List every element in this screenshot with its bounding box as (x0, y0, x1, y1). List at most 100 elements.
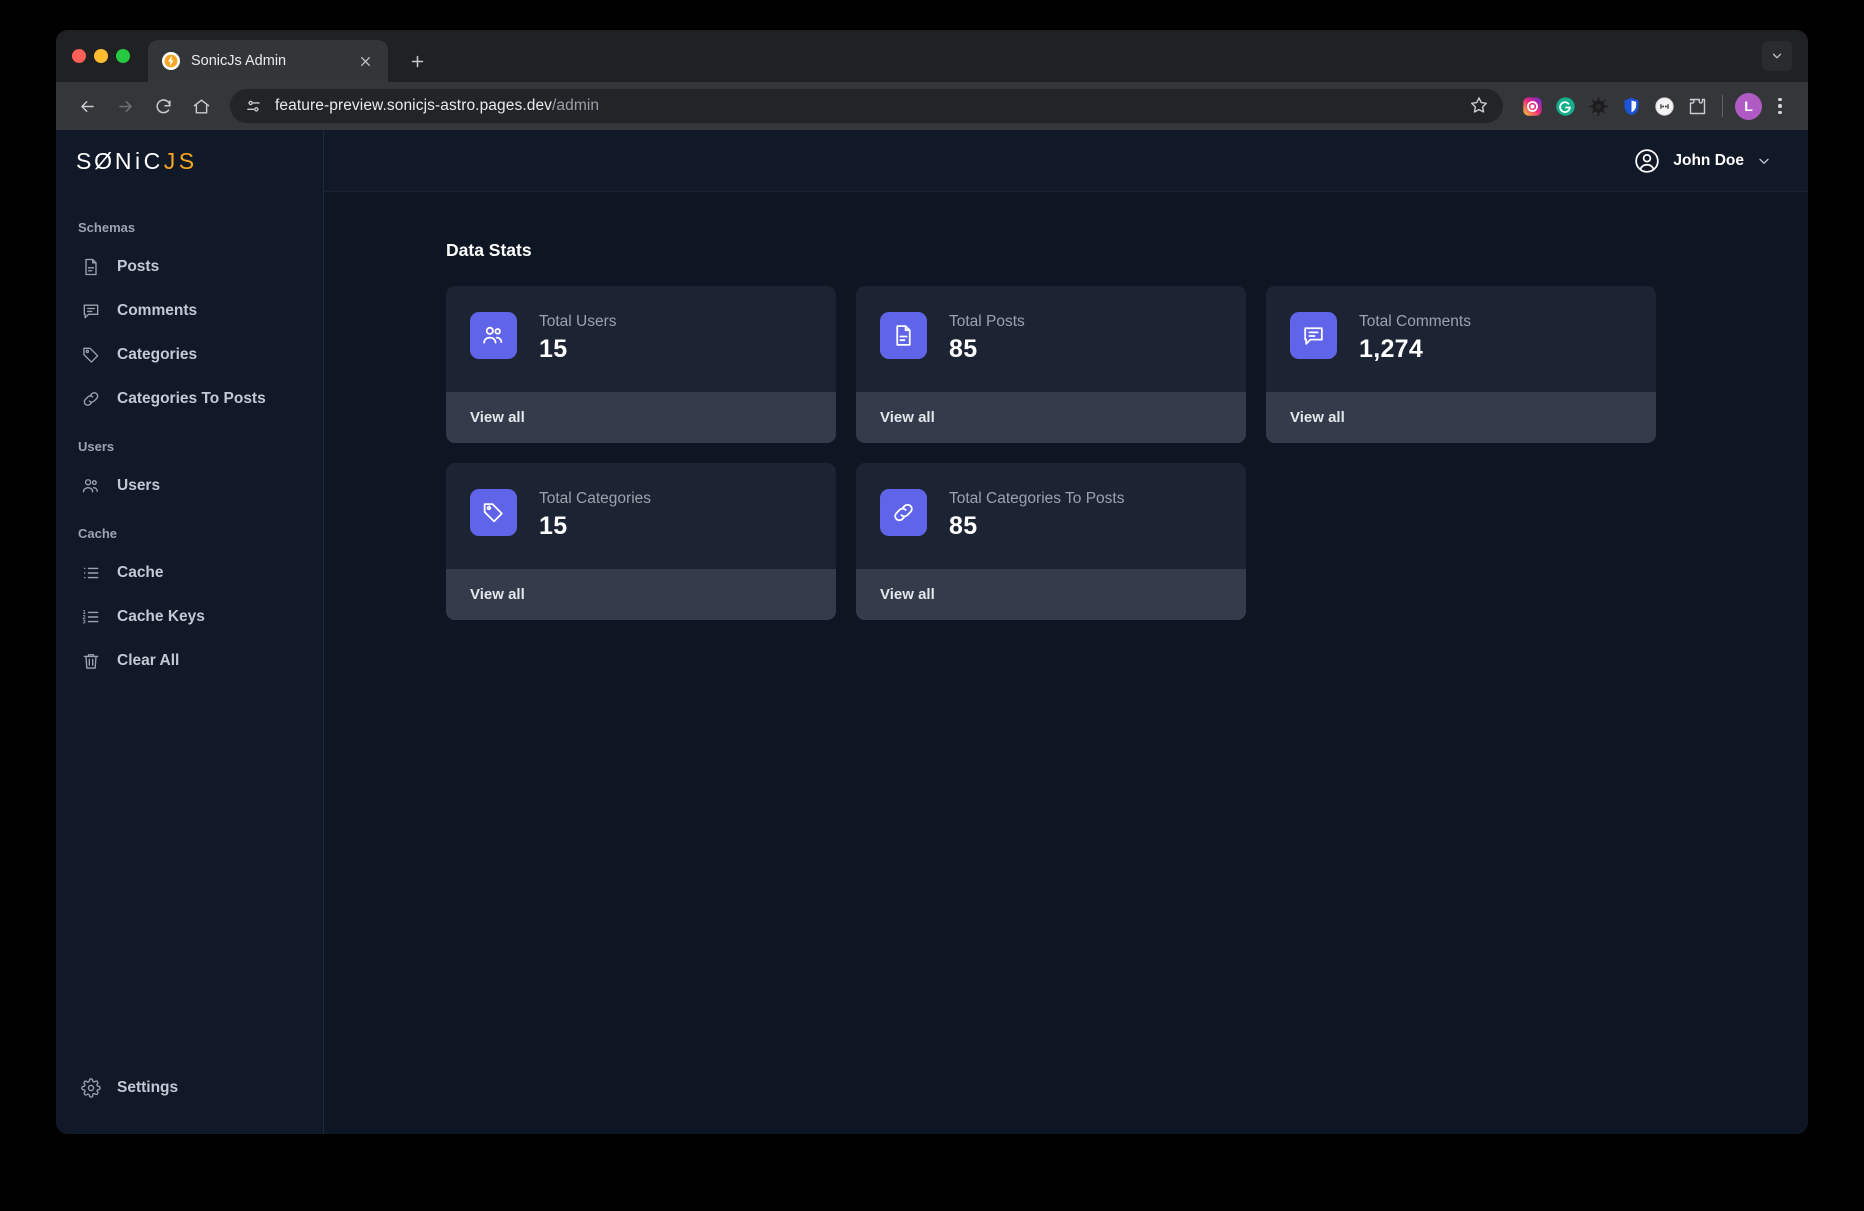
browser-window: SonicJs Admin (56, 30, 1808, 1134)
sidebar-item-categories-to-posts[interactable]: Categories To Posts (56, 377, 323, 421)
sidebar-item-posts[interactable]: Posts (56, 245, 323, 289)
stat-value: 1,274 (1359, 335, 1471, 364)
numbered-list-icon: 123 (80, 607, 101, 628)
page-title: Data Stats (446, 240, 1756, 261)
link-icon (880, 489, 927, 536)
sidebar-item-settings[interactable]: Settings (56, 1066, 323, 1110)
url-host: feature-preview.sonicjs-astro.pages.dev (275, 97, 552, 114)
maximize-window-button[interactable] (116, 49, 130, 63)
sidebar-item-label: Categories (117, 346, 197, 364)
stat-card-total-comments: Total Comments 1,274 View all (1266, 286, 1656, 443)
view-all-link[interactable]: View all (1266, 392, 1656, 443)
bolt-favicon (162, 52, 180, 70)
view-all-link[interactable]: View all (856, 392, 1246, 443)
card-body: Total Categories 15 (446, 463, 836, 569)
tab-strip: SonicJs Admin (56, 30, 1808, 82)
site-settings-icon[interactable] (243, 96, 263, 116)
sidebar: SØNiCJS Schemas Posts Comments (56, 130, 324, 1134)
card-body: Total Posts 85 (856, 286, 1246, 392)
stat-label: Total Categories (539, 490, 651, 508)
sidebar-item-label: Posts (117, 258, 159, 276)
tab-list-chevron-icon[interactable] (1762, 41, 1792, 71)
sidebar-nav: Schemas Posts Comments (56, 192, 323, 1066)
stat-value: 15 (539, 335, 617, 364)
back-icon[interactable] (70, 89, 104, 123)
link-icon (80, 389, 101, 410)
reload-icon[interactable] (146, 89, 180, 123)
logo-o-bolt: Ø (95, 148, 115, 175)
sidebar-item-label: Categories To Posts (117, 390, 266, 408)
logo-s: S (76, 148, 95, 175)
view-all-link[interactable]: View all (446, 392, 836, 443)
window-traffic-lights (72, 30, 148, 82)
main-area: John Doe Data Stats (324, 130, 1808, 1134)
new-tab-button[interactable] (400, 44, 434, 78)
sidebar-item-users[interactable]: Users (56, 464, 323, 508)
sonicjs-logo: SØNiCJS (76, 148, 198, 175)
stat-value: 85 (949, 335, 1025, 364)
card-text: Total Posts 85 (949, 312, 1025, 364)
card-body: Total Comments 1,274 (1266, 286, 1656, 392)
stat-card-total-categories-to-posts: Total Categories To Posts 85 View all (856, 463, 1246, 620)
users-icon (470, 312, 517, 359)
view-all-link[interactable]: View all (856, 569, 1246, 620)
profile-avatar[interactable]: L (1735, 93, 1762, 120)
users-icon (80, 476, 101, 497)
instagram-icon[interactable] (1519, 93, 1545, 119)
tab-title: SonicJs Admin (191, 53, 343, 69)
stat-card-total-categories: Total Categories 15 View all (446, 463, 836, 620)
browser-menu-icon[interactable] (1766, 91, 1794, 121)
close-tab-icon[interactable] (354, 50, 376, 72)
top-bar: John Doe (324, 130, 1808, 192)
trash-icon (80, 651, 101, 672)
stat-card-total-users: Total Users 15 View all (446, 286, 836, 443)
nav-group-label-users: Users (56, 439, 323, 464)
app-logo[interactable]: SØNiCJS (56, 130, 323, 192)
sidebar-item-clear-all[interactable]: Clear All (56, 639, 323, 683)
stat-card-total-posts: Total Posts 85 View all (856, 286, 1246, 443)
list-icon (80, 563, 101, 584)
svg-text:3: 3 (82, 620, 85, 626)
chevron-down-icon[interactable] (1756, 153, 1772, 169)
card-text: Total Comments 1,274 (1359, 312, 1471, 364)
tag-icon (470, 489, 517, 536)
close-window-button[interactable] (72, 49, 86, 63)
comment-icon (80, 301, 101, 322)
sidebar-item-label: Cache (117, 564, 164, 582)
stat-label: Total Users (539, 313, 617, 331)
sidebar-item-comments[interactable]: Comments (56, 289, 323, 333)
stats-grid: Total Users 15 View all Total (446, 286, 1756, 620)
user-circle-icon (1633, 147, 1661, 175)
sun-gear-icon[interactable] (1585, 93, 1611, 119)
stat-label: Total Posts (949, 313, 1025, 331)
page-content: SØNiCJS Schemas Posts Comments (56, 130, 1808, 1134)
puzzle-extensions-icon[interactable] (1684, 93, 1710, 119)
stat-value: 15 (539, 512, 651, 541)
sidebar-item-label: Comments (117, 302, 197, 320)
home-icon[interactable] (184, 89, 218, 123)
stat-label: Total Categories To Posts (949, 490, 1124, 508)
user-menu[interactable]: John Doe (1633, 147, 1772, 175)
minimize-window-button[interactable] (94, 49, 108, 63)
content-area: Data Stats Total Users 15 View (324, 192, 1808, 1134)
forward-icon[interactable] (108, 89, 142, 123)
card-body: Total Users 15 (446, 286, 836, 392)
stat-label: Total Comments (1359, 313, 1471, 331)
sidebar-item-categories[interactable]: Categories (56, 333, 323, 377)
lastpass-icon[interactable] (1651, 93, 1677, 119)
sidebar-item-cache-keys[interactable]: 123 Cache Keys (56, 595, 323, 639)
browser-tab[interactable]: SonicJs Admin (148, 40, 388, 82)
extension-icons (1515, 93, 1710, 119)
logo-o: Ø (94, 148, 115, 175)
sidebar-item-cache[interactable]: Cache (56, 551, 323, 595)
grammarly-icon[interactable] (1552, 93, 1578, 119)
sidebar-item-label: Settings (117, 1079, 178, 1097)
sidebar-footer: Settings (56, 1066, 323, 1134)
bookmark-star-icon[interactable] (1469, 95, 1491, 117)
shield-icon[interactable] (1618, 93, 1644, 119)
card-text: Total Categories 15 (539, 489, 651, 541)
address-bar[interactable]: feature-preview.sonicjs-astro.pages.dev/… (230, 89, 1503, 123)
url-text[interactable]: feature-preview.sonicjs-astro.pages.dev/… (275, 97, 1457, 115)
card-body: Total Categories To Posts 85 (856, 463, 1246, 569)
view-all-link[interactable]: View all (446, 569, 836, 620)
